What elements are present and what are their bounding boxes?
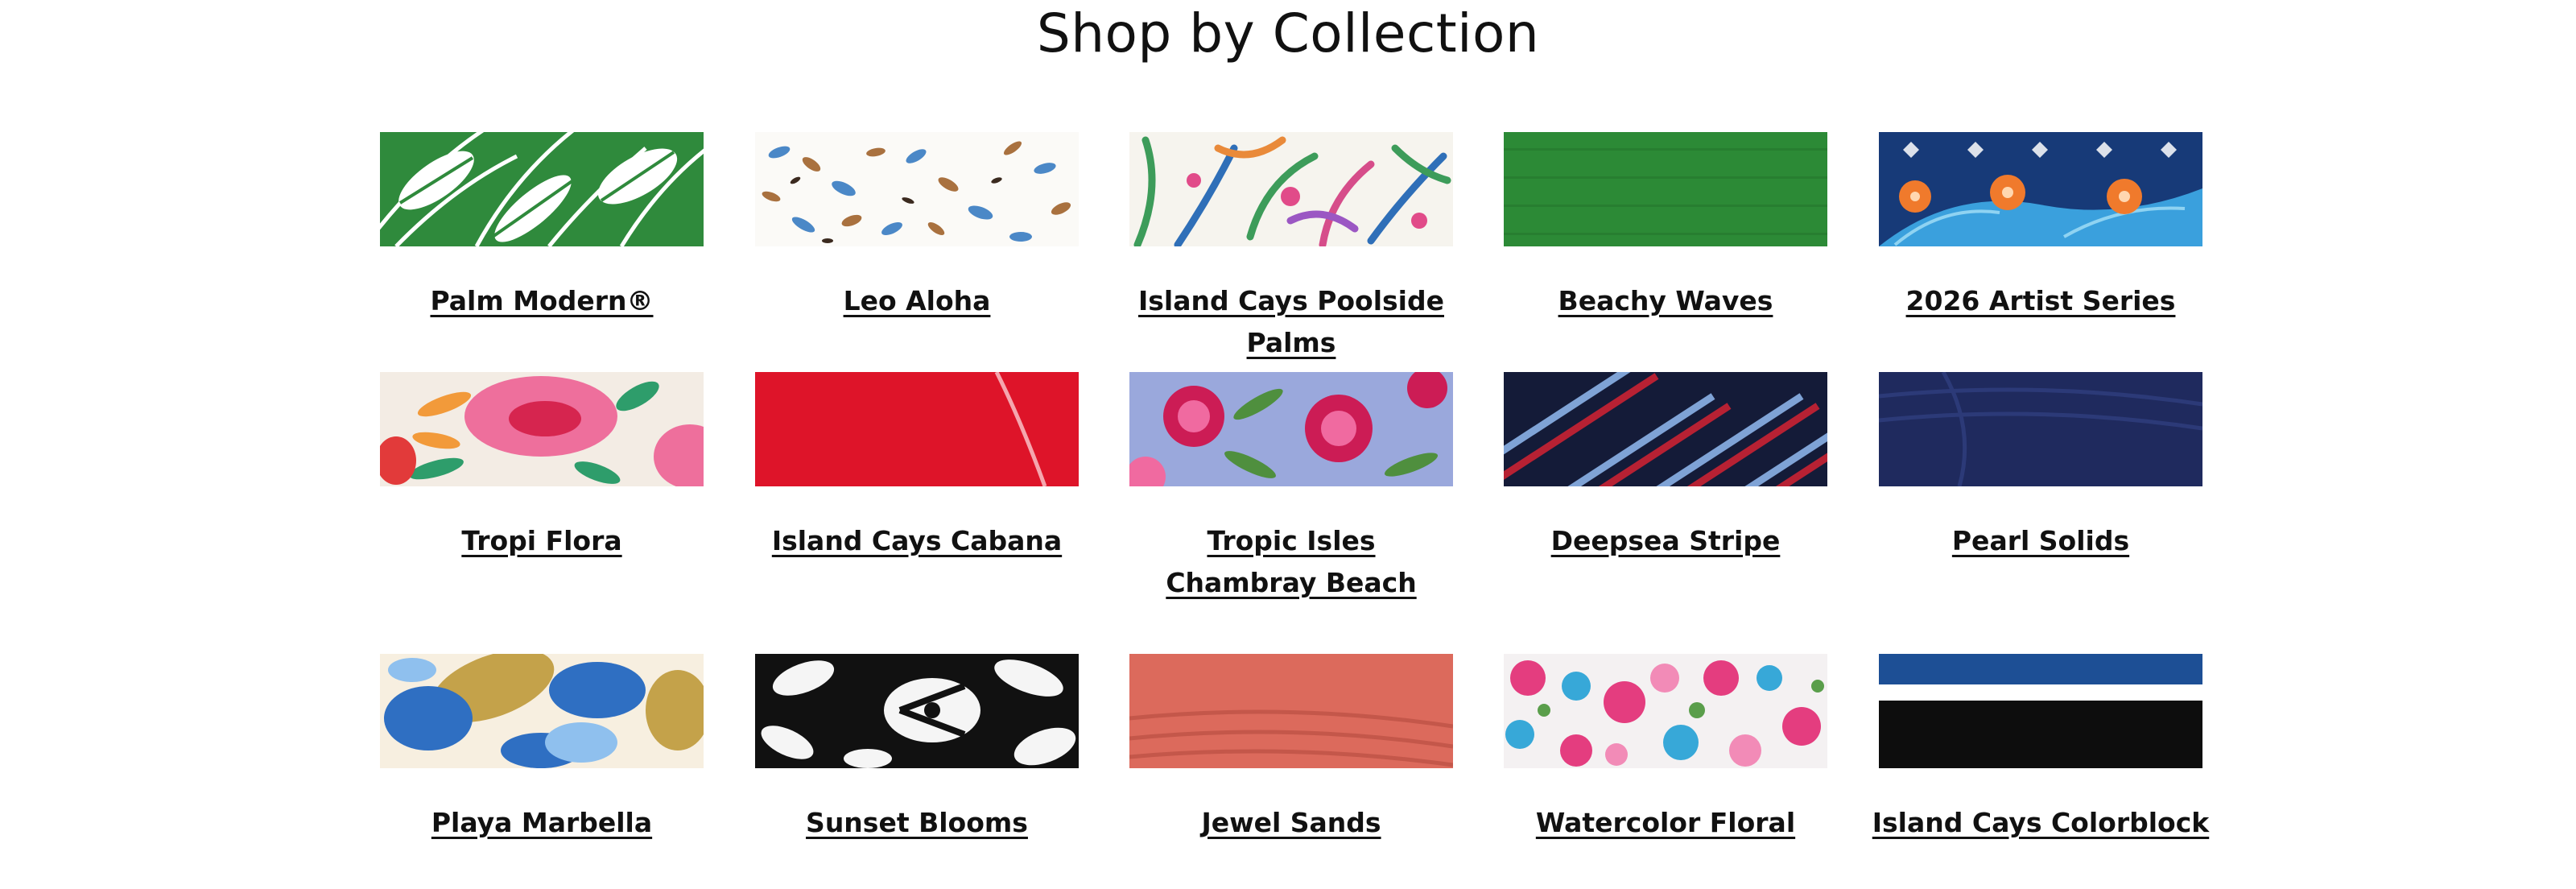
collection-grid: Palm Modern® Leo Aloha Island Cays Pools… <box>0 0 2576 889</box>
collection-tile-tropi-flora[interactable]: Tropi Flora <box>380 372 704 562</box>
collection-label[interactable]: Playa Marbella <box>353 802 731 844</box>
collection-label[interactable]: Island Cays Cabana <box>728 520 1106 562</box>
swatch-chambray-floral-print[interactable] <box>1129 372 1453 486</box>
swatch-black-white-hibiscus-print[interactable] <box>755 654 1079 768</box>
collection-tile-2026-artist-series[interactable]: 2026 Artist Series <box>1879 132 2202 322</box>
collection-tile-tropic-isles-chambray-beach[interactable]: Tropic Isles Chambray Beach <box>1129 372 1453 604</box>
collection-label[interactable]: Jewel Sands <box>1102 802 1480 844</box>
swatch-multicolor-floral-print[interactable] <box>1504 654 1827 768</box>
collection-tile-pearl-solids[interactable]: Pearl Solids <box>1879 372 2202 562</box>
collection-tile-watercolor-floral[interactable]: Watercolor Floral <box>1504 654 1827 844</box>
collection-label[interactable]: Leo Aloha <box>728 280 1106 322</box>
collection-tile-jewel-sands[interactable]: Jewel Sands <box>1129 654 1453 844</box>
swatch-solid-coral-ruched[interactable] <box>1129 654 1453 768</box>
collection-label[interactable]: Tropic Isles Chambray Beach <box>1102 520 1480 604</box>
swatch-solid-green-texture[interactable] <box>1504 132 1827 246</box>
collection-tile-palm-modern[interactable]: Palm Modern® <box>380 132 704 322</box>
collection-tile-island-cays-colorblock[interactable]: Island Cays Colorblock <box>1872 654 2209 844</box>
collection-tile-playa-marbella[interactable]: Playa Marbella <box>380 654 704 844</box>
collection-label[interactable]: Island Cays Poolside Palms <box>1102 280 1480 364</box>
collection-tile-island-cays-poolside-palms[interactable]: Island Cays Poolside Palms <box>1129 132 1453 364</box>
swatch-leopard-print[interactable] <box>755 132 1079 246</box>
collection-label[interactable]: Island Cays Colorblock <box>1852 802 2230 844</box>
swatch-watercolor-botanical-print[interactable] <box>380 654 704 768</box>
collection-tile-beachy-waves[interactable]: Beachy Waves <box>1504 132 1827 322</box>
collection-label[interactable]: Palm Modern® <box>353 280 731 322</box>
collection-label[interactable]: Deepsea Stripe <box>1476 520 1855 562</box>
collection-tile-deepsea-stripe[interactable]: Deepsea Stripe <box>1504 372 1827 562</box>
collection-label[interactable]: Sunset Blooms <box>728 802 1106 844</box>
collection-tile-sunset-blooms[interactable]: Sunset Blooms <box>755 654 1079 844</box>
collection-label[interactable]: Beachy Waves <box>1476 280 1855 322</box>
swatch-tropical-palm-print[interactable] <box>1129 132 1453 246</box>
collection-label[interactable]: 2026 Artist Series <box>1852 280 2230 322</box>
swatch-colorblock[interactable] <box>1879 654 2202 768</box>
swatch-diagonal-stripe[interactable] <box>1504 372 1827 486</box>
swatch-solid-red[interactable] <box>755 372 1079 486</box>
collection-label[interactable]: Watercolor Floral <box>1476 802 1855 844</box>
swatch-tile-floral-print[interactable] <box>1879 132 2202 246</box>
collection-tile-leo-aloha[interactable]: Leo Aloha <box>755 132 1079 322</box>
swatch-solid-navy-ruched[interactable] <box>1879 372 2202 486</box>
swatch-palm-leaf-print[interactable] <box>380 132 704 246</box>
swatch-hibiscus-print[interactable] <box>380 372 704 486</box>
collection-tile-island-cays-cabana[interactable]: Island Cays Cabana <box>755 372 1079 562</box>
collection-label[interactable]: Tropi Flora <box>353 520 731 562</box>
collection-label[interactable]: Pearl Solids <box>1852 520 2230 562</box>
